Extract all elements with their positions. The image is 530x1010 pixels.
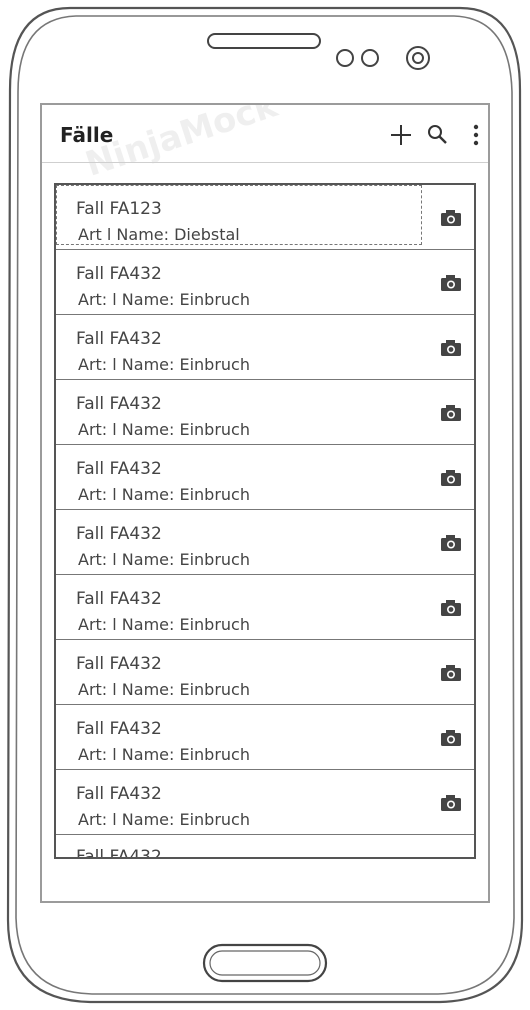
case-subtitle: Art: l Name: Einbruch <box>78 615 250 634</box>
camera-icon[interactable] <box>440 599 462 617</box>
app-bar: Fälle <box>42 105 488 163</box>
case-subtitle: Art: l Name: Einbruch <box>78 355 250 374</box>
search-icon[interactable] <box>424 121 452 149</box>
case-title: Fall FA432 <box>76 459 162 479</box>
case-subtitle: Art: l Name: Einbruch <box>78 290 250 309</box>
case-title: Fall FA432 <box>76 654 162 674</box>
add-icon[interactable] <box>387 121 415 149</box>
camera-icon[interactable] <box>440 534 462 552</box>
case-title: Fall FA432 <box>76 784 162 804</box>
case-subtitle: Art: l Name: Einbruch <box>78 810 250 829</box>
list-item[interactable]: Fall FA432 Art: l Name: Einbruch <box>56 315 474 380</box>
camera-icon[interactable] <box>440 209 462 227</box>
case-title: Fall FA432 <box>76 329 162 349</box>
camera-icon[interactable] <box>440 339 462 357</box>
camera-icon[interactable] <box>440 729 462 747</box>
case-subtitle: Art: l Name: Einbruch <box>78 680 250 699</box>
list-item[interactable]: Fall FA432 Art: l Name: Einbruch <box>56 770 474 835</box>
camera-icon[interactable] <box>440 794 462 812</box>
case-list[interactable]: Fall FA123 Art l Name: Diebstal Fall FA432… <box>54 183 476 859</box>
case-subtitle: Art: l Name: Einbruch <box>78 550 250 569</box>
camera-icon[interactable] <box>440 664 462 682</box>
screen: NinjaMock NinjaMock NinjaMock NinjaMock … <box>40 103 490 903</box>
camera-icon[interactable] <box>440 274 462 292</box>
case-subtitle: Art: l Name: Einbruch <box>78 745 250 764</box>
list-item[interactable]: Fall FA123 Art l Name: Diebstal <box>56 185 474 250</box>
list-item[interactable]: Fall FA432 Art: l Name: Einbruch <box>56 640 474 705</box>
list-item[interactable]: Fall FA432 Art: l Name: Einbruch <box>56 705 474 770</box>
case-title: Fall FA432 <box>76 719 162 739</box>
list-item[interactable]: Fall FA432 Art: l Name: Einbruch <box>56 250 474 315</box>
list-item[interactable]: Fall FA432 Art: l Name: Einbruch <box>56 510 474 575</box>
list-item[interactable]: Fall FA432 Art: l Name: Einbruch <box>56 575 474 640</box>
camera-icon[interactable] <box>440 404 462 422</box>
list-item[interactable]: Fall FA432 Art: l Name: Einbruch <box>56 380 474 445</box>
case-subtitle: Art: l Name: Einbruch <box>78 485 250 504</box>
case-subtitle: Art l Name: Diebstal <box>78 225 240 244</box>
camera-icon[interactable] <box>440 469 462 487</box>
list-item[interactable]: Fall FA432 <box>56 835 474 859</box>
case-title: Fall FA432 <box>76 589 162 609</box>
case-title: Fall FA432 <box>76 394 162 414</box>
case-title: Fall FA432 <box>76 524 162 544</box>
list-item[interactable]: Fall FA432 Art: l Name: Einbruch <box>56 445 474 510</box>
page-title: Fälle <box>60 123 114 147</box>
case-title: Fall FA123 <box>76 199 162 219</box>
case-title: Fall FA432 <box>76 847 162 859</box>
case-title: Fall FA432 <box>76 264 162 284</box>
case-subtitle: Art: l Name: Einbruch <box>78 420 250 439</box>
overflow-menu-icon[interactable] <box>462 121 490 149</box>
